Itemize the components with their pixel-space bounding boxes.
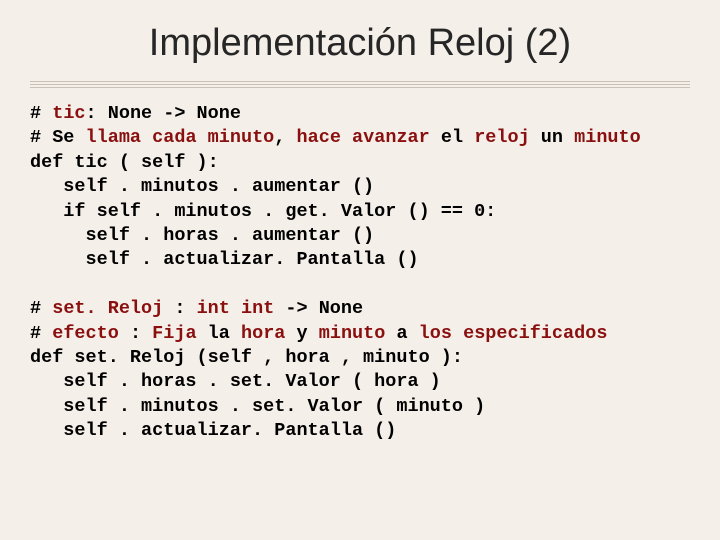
code-line: def set. Reloj (self , hora , minuto ): <box>30 347 463 368</box>
code-line: # tic: None -> None <box>30 103 241 124</box>
code-line: self . horas . set. Valor ( hora ) <box>30 371 441 392</box>
code-line: self . actualizar. Pantalla () <box>30 249 419 270</box>
code-line: self . horas . aumentar () <box>30 225 374 246</box>
code-line: # Se llama cada minuto, hace avanzar el … <box>30 127 641 148</box>
slide: Implementación Reloj (2) # tic: None -> … <box>0 0 720 540</box>
code-line: def tic ( self ): <box>30 152 219 173</box>
slide-title: Implementación Reloj (2) <box>30 22 690 65</box>
code-line: self . minutos . aumentar () <box>30 176 374 197</box>
code-line: # efecto : Fija la hora y minuto a los e… <box>30 323 607 344</box>
code-line: self . minutos . set. Valor ( minuto ) <box>30 396 485 417</box>
code-line: # set. Reloj : int int -> None <box>30 298 363 319</box>
code-line: if self . minutos . get. Valor () == 0: <box>30 201 496 222</box>
code-line: self . actualizar. Pantalla () <box>30 420 396 441</box>
code-block: # tic: None -> None # Se llama cada minu… <box>30 102 690 444</box>
divider <box>30 81 690 88</box>
